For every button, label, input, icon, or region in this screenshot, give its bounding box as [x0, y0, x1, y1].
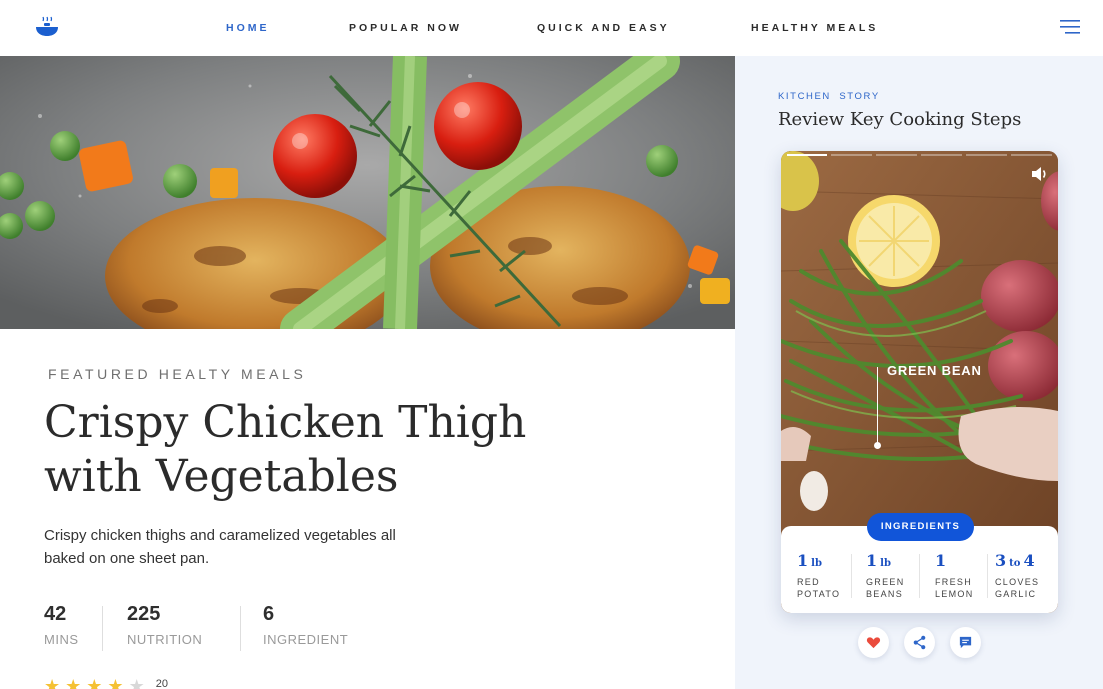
ingredient-amount: 3 to 4	[995, 551, 1058, 570]
ingredient-qty: 1	[797, 551, 809, 570]
stat-time: 42 MINS	[44, 603, 79, 647]
ingredient-name-line: LEMON	[935, 589, 974, 599]
volume-icon[interactable]	[1031, 166, 1049, 182]
section-eyebrow: FEATURED HEALTY MEALS	[48, 366, 307, 382]
ingredient-range-word: to	[1009, 558, 1021, 569]
stat-value: 225	[127, 603, 161, 625]
ingredient-name-line: GARLIC	[995, 589, 1037, 599]
stat-nutrition: 225 NUTRITION	[127, 603, 202, 647]
heart-icon	[866, 637, 881, 649]
ingredient-name-line: FRESH	[935, 577, 973, 587]
ingredient-item: 1 lb GREEN BEANS	[866, 551, 932, 600]
stat-divider	[240, 606, 241, 651]
rating-stars: ★ ★ ★ ★ ★ 20	[44, 679, 168, 689]
ingredient-name: CLOVES GARLIC	[995, 576, 1058, 600]
ingredient-divider	[851, 554, 852, 598]
nav-popular-now[interactable]: POPULAR NOW	[349, 22, 462, 34]
comment-icon	[959, 636, 972, 649]
hero-food-photo	[0, 56, 735, 329]
ingredient-qty: 1	[866, 551, 878, 570]
story-photo	[781, 151, 1058, 541]
share-button[interactable]	[904, 627, 935, 658]
ingredient-name: FRESH LEMON	[935, 576, 1001, 600]
story-progress-segment	[876, 154, 917, 156]
ingredient-name-line: GREEN	[866, 577, 905, 587]
stat-label: INGREDIENT	[263, 632, 349, 647]
story-card[interactable]: GREEN BEAN INGREDIENTS 1 lb RED POTATO 1 lb…	[781, 151, 1058, 613]
ingredient-item: 3 to 4 CLOVES GARLIC	[995, 551, 1058, 600]
callout-line	[877, 367, 878, 445]
story-progress-segment	[966, 154, 1007, 156]
hamburger-menu-icon[interactable]	[1060, 19, 1080, 35]
ingredient-name-line: BEANS	[866, 589, 904, 599]
like-button[interactable]	[858, 627, 889, 658]
story-title: Review Key Cooking Steps	[778, 109, 1022, 130]
stat-label: NUTRITION	[127, 632, 203, 647]
ingredient-qty-max: 4	[1023, 551, 1035, 570]
story-progress-segment	[1011, 154, 1052, 156]
star-empty-icon[interactable]: ★	[129, 679, 145, 689]
ingredient-name: RED POTATO	[797, 576, 863, 600]
ingredient-amount: 1 lb	[866, 551, 932, 570]
story-progress-segment	[787, 154, 827, 156]
ingredient-item: 1 FRESH LEMON	[935, 551, 1001, 600]
share-icon	[913, 635, 926, 650]
hero-image	[0, 56, 735, 329]
ingredient-item: 1 lb RED POTATO	[797, 551, 863, 600]
rating-count: 20	[155, 679, 168, 689]
ingredient-divider	[987, 554, 988, 598]
ingredient-amount: 1	[935, 551, 1001, 570]
ingredient-name-line: RED	[797, 577, 820, 587]
callout-label: GREEN BEAN	[887, 363, 982, 378]
ingredient-name: GREEN BEANS	[866, 576, 932, 600]
recipe-description: Crispy chicken thighs and caramelized ve…	[44, 527, 396, 567]
recipe-title: Crispy Chicken Thigh with Vegetables	[44, 397, 527, 502]
star-filled-icon[interactable]: ★	[44, 679, 60, 689]
ingredient-qty: 3	[995, 551, 1007, 570]
cooking-bowl-icon[interactable]	[34, 16, 60, 38]
ingredient-unit: lb	[811, 558, 822, 569]
nav-home[interactable]: HOME	[226, 22, 270, 34]
star-filled-icon[interactable]: ★	[107, 679, 123, 689]
story-eyebrow: KITCHEN STORY	[778, 91, 880, 102]
comment-button[interactable]	[950, 627, 981, 658]
stat-label: MINS	[44, 632, 79, 647]
nav-healthy-meals[interactable]: HEALTHY MEALS	[751, 22, 878, 34]
stat-ingredient: 6 INGREDIENT	[263, 603, 348, 647]
ingredient-name-line: POTATO	[797, 589, 841, 599]
story-progress-segment	[831, 154, 872, 156]
stat-value: 6	[263, 603, 275, 625]
stat-value: 42	[44, 603, 67, 625]
ingredient-amount: 1 lb	[797, 551, 863, 570]
ingredient-divider	[919, 554, 920, 598]
ingredient-name-line: CLOVES	[995, 577, 1040, 587]
star-filled-icon[interactable]: ★	[86, 679, 102, 689]
story-progress-segment	[921, 154, 962, 156]
stat-divider	[102, 606, 103, 651]
nav-quick-and-easy[interactable]: QUICK AND EASY	[537, 22, 670, 34]
ingredients-button[interactable]: INGREDIENTS	[867, 513, 974, 541]
callout-dot	[874, 442, 881, 449]
top-navigation-bar: HOME POPULAR NOW QUICK AND EASY HEALTHY …	[0, 0, 1103, 56]
star-filled-icon[interactable]: ★	[65, 679, 81, 689]
ingredient-unit: lb	[880, 558, 891, 569]
ingredient-qty: 1	[935, 551, 947, 570]
